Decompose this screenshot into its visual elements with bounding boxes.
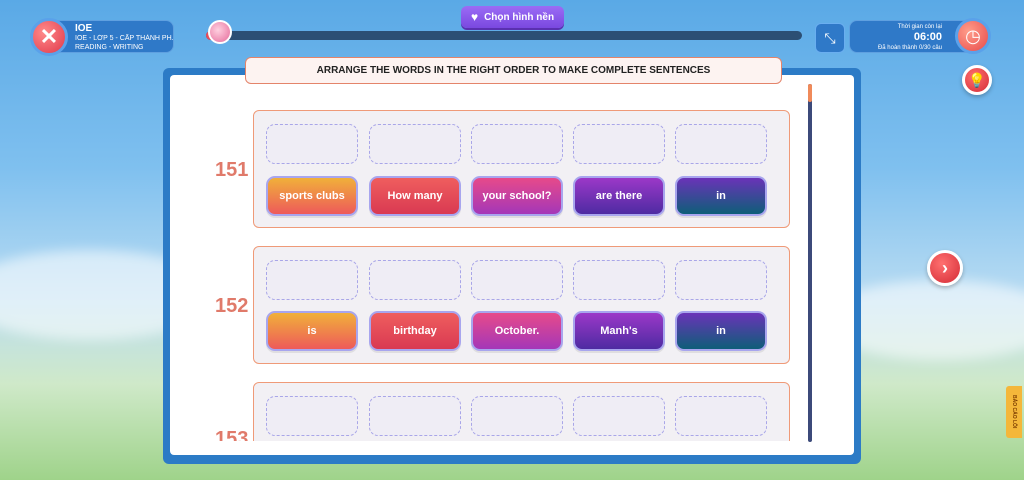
word-tile[interactable]: in <box>675 176 767 216</box>
answer-slot[interactable] <box>369 124 461 164</box>
heart-icon: ♥ <box>470 10 479 24</box>
rocket-icon <box>208 20 232 44</box>
answer-slot[interactable] <box>471 124 563 164</box>
question-number: 153 <box>215 428 249 441</box>
word-tile[interactable]: October. <box>471 311 563 351</box>
answer-slot[interactable] <box>675 124 767 164</box>
progress-bar <box>206 31 802 40</box>
answer-slot[interactable] <box>573 396 665 436</box>
word-tile[interactable]: birthday <box>369 311 461 351</box>
lightbulb-icon[interactable]: 💡 <box>962 65 992 95</box>
answer-slot[interactable] <box>266 124 358 164</box>
question-number: 151 <box>215 159 249 181</box>
shrink-icon[interactable]: ⤡ <box>815 23 845 53</box>
answer-slot[interactable] <box>369 396 461 436</box>
answer-slot[interactable] <box>675 260 767 300</box>
answer-slot[interactable] <box>675 396 767 436</box>
instruction-banner: ARRANGE THE WORDS IN THE RIGHT ORDER TO … <box>245 57 782 84</box>
word-tile[interactable]: in <box>675 311 767 351</box>
word-tile[interactable]: sports clubs <box>266 176 358 216</box>
answer-slot[interactable] <box>369 260 461 300</box>
report-error-tab[interactable]: BÁO CÁO LỖI <box>1006 386 1022 438</box>
answer-slot[interactable] <box>471 260 563 300</box>
question-card <box>253 382 790 441</box>
question-card: sports clubs How many your school? are t… <box>253 110 790 228</box>
question-card: is birthday October. Manh's in <box>253 246 790 364</box>
question-number: 152 <box>215 295 249 317</box>
choose-background-label: Chọn hình nền <box>484 11 555 23</box>
word-tile[interactable]: Manh's <box>573 311 665 351</box>
exam-title: IOE <box>75 23 93 34</box>
timer-value: 06:00 <box>913 31 942 43</box>
answer-slot[interactable] <box>573 260 665 300</box>
choose-background-button[interactable]: ♥ Chọn hình nền <box>461 6 564 28</box>
word-tile[interactable]: are there <box>573 176 665 216</box>
word-tile[interactable]: is <box>266 311 358 351</box>
question-clip: 153 <box>170 382 806 441</box>
answer-slot[interactable] <box>266 260 358 300</box>
timer-label: Thời gian còn lại <box>897 24 942 30</box>
clock-icon: ◷ <box>955 18 991 54</box>
chevron-right-icon[interactable]: › <box>927 250 963 286</box>
exam-skill: READING - WRITING <box>75 44 144 51</box>
word-tile[interactable]: How many <box>369 176 461 216</box>
answer-slot[interactable] <box>471 396 563 436</box>
completed-count: Đã hoàn thành 0/30 câu <box>877 45 942 51</box>
answer-slot[interactable] <box>573 124 665 164</box>
answer-slot[interactable] <box>266 396 358 436</box>
word-tile[interactable]: your school? <box>471 176 563 216</box>
close-icon[interactable]: ✕ <box>30 18 68 56</box>
exam-subtitle: IOE - LỚP 5 - CẤP THÀNH PH... <box>75 35 173 42</box>
scrollbar[interactable] <box>808 84 812 442</box>
scrollbar-thumb[interactable] <box>808 84 812 102</box>
